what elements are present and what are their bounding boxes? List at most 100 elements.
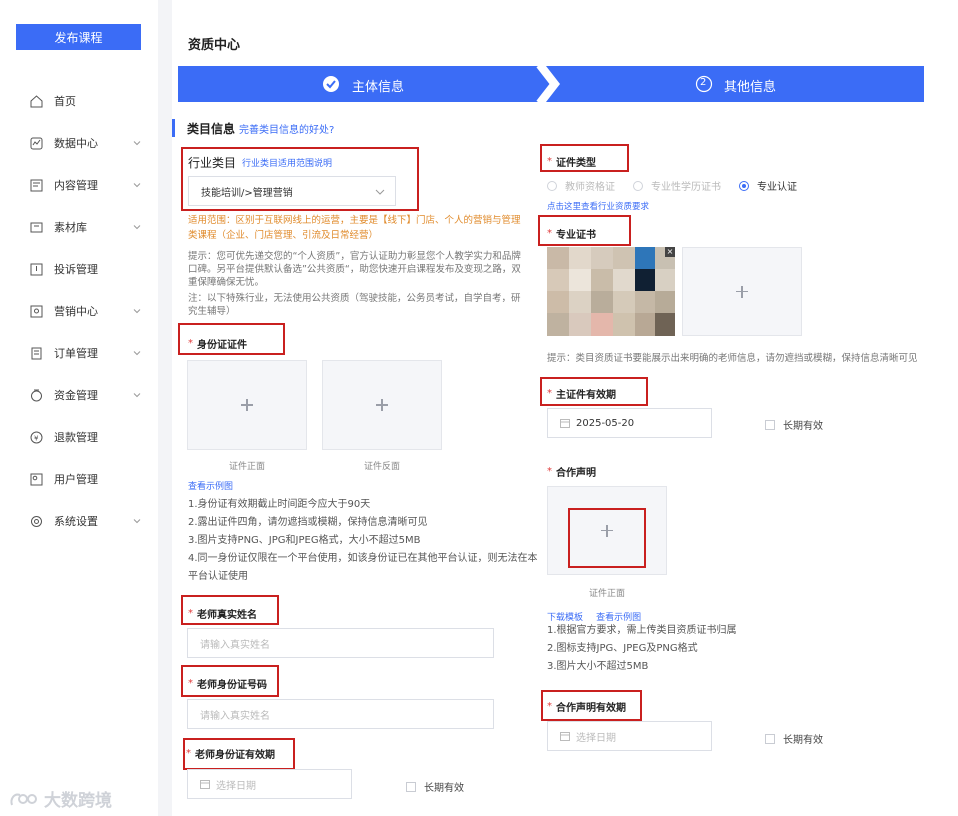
sidebar-item-order[interactable]: 订单管理 — [0, 332, 158, 374]
highlight-box-id — [178, 323, 285, 355]
order-icon — [30, 347, 43, 360]
sidebar-item-label: 用户管理 — [54, 473, 98, 486]
highlight-box-name — [181, 595, 279, 625]
blurred-certificate-thumbnail — [547, 247, 675, 336]
sidebar-item-marketing[interactable]: 营销中心 — [0, 290, 158, 332]
section-accent-bar — [172, 119, 175, 137]
main-exp-value: 2025-05-20 — [576, 417, 635, 429]
id-back-upload[interactable] — [322, 360, 442, 450]
highlight-box-coop-exp — [541, 690, 642, 721]
id-rule: 3.图片支持PNG、JPG和JPEG格式，大小不超过5MB — [188, 535, 421, 546]
page-title: 资质中心 — [188, 38, 241, 53]
home-icon — [30, 94, 43, 108]
cert-tip-text: 提示：类目资质证书要能展示出来明确的老师信息，请勿遮挡或模糊，保持信息清晰可见 — [547, 353, 918, 364]
step-2-label[interactable]: 其他信息 — [724, 76, 776, 95]
sidebar-item-refund[interactable]: ¥ 退款管理 — [0, 416, 158, 458]
chevron-down-icon — [133, 183, 141, 188]
chevron-down-icon — [133, 309, 141, 314]
checkbox-box[interactable] — [406, 781, 416, 792]
teacher-idexp-longterm[interactable]: 长期有效 — [406, 779, 464, 794]
calendar-icon — [560, 419, 570, 428]
section-header: 类目信息 完善类目信息的好处? — [172, 118, 334, 138]
highlight-box-certtype — [540, 144, 629, 172]
remove-image-icon[interactable]: × — [665, 247, 675, 257]
sidebar-item-chart[interactable]: 数据中心 — [0, 122, 158, 164]
chevron-down-icon — [133, 393, 141, 398]
teacher-idexp-picker[interactable]: 选择日期 — [187, 769, 352, 799]
id-rule: 2.露出证件四角，请勿遮挡或模糊，保持信息清晰可见 — [188, 517, 428, 528]
sidebar-item-label: 投诉管理 — [54, 263, 98, 276]
longterm-label: 长期有效 — [783, 421, 823, 432]
sidebar-item-material[interactable]: 素材库 — [0, 206, 158, 248]
id-example-link[interactable]: 查看示例图 — [188, 479, 233, 492]
coop-rules: 1.根据官方要求，需上传类目资质证书归属 2.图标支持JPG、JPEG及PNG格… — [547, 622, 927, 676]
coop-exp-longterm[interactable]: 长期有效 — [765, 731, 823, 746]
teacher-idno-placeholder: 请输入真实姓名 — [200, 710, 270, 722]
id-rule: 4.同一身份证仅限在一个平台使用，如该身份证已在其他平台认证，则无法在本平台认证… — [188, 553, 538, 582]
cert-add-upload[interactable] — [682, 247, 802, 336]
check-icon-bg — [323, 76, 339, 92]
view-requirements-link[interactable]: 点击这里查看行业资质要求 — [547, 200, 649, 212]
sidebar-nav: 首页 数据中心内容管理素材库投诉管理营销中心订单管理资金管理 ¥ 退款管理用户管理系统… — [0, 80, 158, 542]
refund-icon: ¥ — [30, 431, 43, 444]
step-2-marker: 2 — [700, 77, 707, 88]
checkbox-box[interactable] — [765, 733, 775, 744]
id-front-upload[interactable] — [187, 360, 307, 450]
chart-icon — [30, 137, 43, 150]
main-panel: 资质中心 主体信息 2 其他信息 类目信息 完善类目信息的好处? 行业类目 行业… — [172, 14, 958, 816]
cert-type-radio-group: 教师资格证 专业性学历证书 专业认证 — [547, 178, 797, 193]
watermark-mark-icon — [10, 793, 37, 805]
chevron-down-icon — [133, 141, 141, 146]
checkbox-box[interactable] — [765, 419, 775, 430]
teacher-idexp-placeholder: 选择日期 — [216, 780, 256, 792]
material-icon — [30, 221, 43, 234]
section-benefit-link[interactable]: 完善类目信息的好处? — [239, 121, 334, 136]
highlight-box-industry — [181, 147, 419, 211]
calendar-icon — [200, 780, 210, 789]
radio-professional-cert[interactable] — [739, 180, 749, 191]
publish-course-button[interactable]: 发布课程 — [16, 24, 141, 50]
sidebar-item-label: 内容管理 — [54, 179, 98, 192]
settings-icon — [30, 515, 43, 528]
coop-label: 合作声明 — [556, 468, 596, 479]
main-exp-picker[interactable]: 2025-05-20 — [547, 408, 712, 438]
uploaded-cert-image[interactable]: × — [547, 247, 675, 336]
radio-teacher-cert-label: 教师资格证 — [565, 182, 615, 193]
marketing-icon — [30, 305, 43, 318]
industry-note-text: 注：以下特殊行业，无法使用公共资质（驾驶技能，公务员考试，自学自考，研究生辅导） — [188, 293, 521, 317]
step-bar-shapes — [178, 64, 924, 104]
radio-academic-cert[interactable] — [633, 180, 643, 191]
step-1-label[interactable]: 主体信息 — [352, 76, 404, 95]
highlight-box-idexp — [183, 738, 295, 770]
industry-scope-text: 适用范围：区别于互联网线上的运营，主要是【线下】门店、个人的营销与管理类课程（企… — [188, 215, 521, 241]
watermark-text: 大数跨境 — [44, 791, 112, 811]
content-gutter — [158, 0, 172, 816]
sidebar-item-label: 系统设置 — [54, 515, 98, 528]
sidebar-item-settings[interactable]: 系统设置 — [0, 500, 158, 542]
content-icon — [30, 179, 43, 192]
coop-rule: 1.根据官方要求，需上传类目资质证书归属 — [547, 625, 737, 636]
main-exp-longterm[interactable]: 长期有效 — [765, 417, 823, 432]
required-star: * — [547, 466, 552, 477]
sidebar-item-user[interactable]: 用户管理 — [0, 458, 158, 500]
highlight-box-coop — [568, 508, 646, 568]
coop-exp-picker[interactable]: 选择日期 — [547, 721, 712, 751]
id-rule: 1.身份证有效期截止时间距今应大于90天 — [188, 499, 371, 510]
complaint-icon — [30, 263, 43, 276]
sidebar-item-label: 订单管理 — [54, 347, 98, 360]
longterm-label: 长期有效 — [424, 783, 464, 794]
highlight-box-cert — [538, 215, 631, 246]
sidebar-item-label: 素材库 — [54, 221, 87, 234]
sidebar-item-label: 退款管理 — [54, 431, 98, 444]
sidebar-item-content[interactable]: 内容管理 — [0, 164, 158, 206]
teacher-idno-input[interactable]: 请输入真实姓名 — [187, 699, 494, 729]
plus-icon — [376, 399, 388, 411]
teacher-name-input[interactable]: 请输入真实姓名 — [187, 628, 494, 658]
sidebar-item-wallet[interactable]: 资金管理 — [0, 374, 158, 416]
sidebar-item-home[interactable]: 首页 — [0, 80, 158, 122]
radio-teacher-cert[interactable] — [547, 180, 557, 191]
sidebar-item-complaint[interactable]: 投诉管理 — [0, 248, 158, 290]
sidebar-item-label: 营销中心 — [54, 305, 98, 318]
step-bar: 主体信息 2 其他信息 — [178, 64, 924, 104]
radio-academic-cert-label: 专业性学历证书 — [651, 182, 721, 193]
